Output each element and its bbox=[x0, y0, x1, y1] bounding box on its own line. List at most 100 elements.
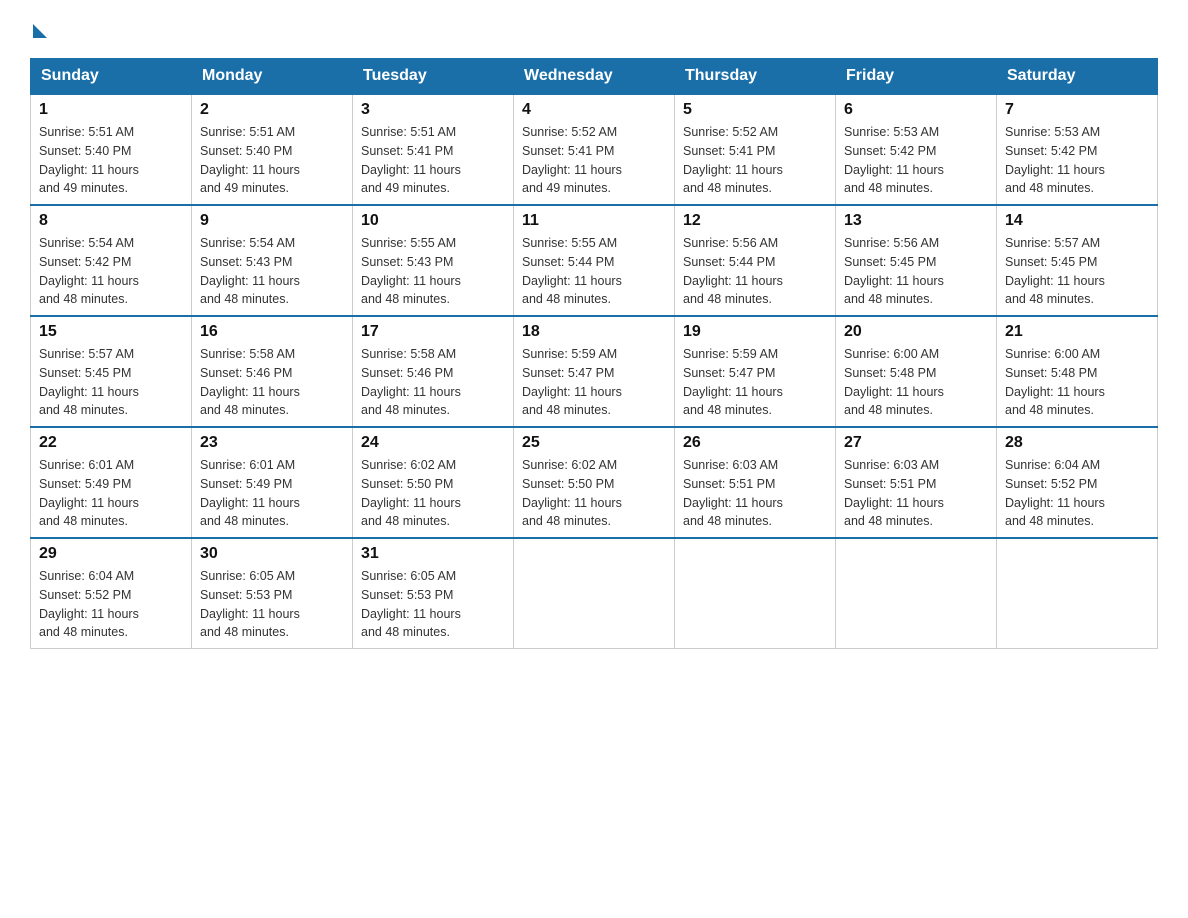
day-number: 25 bbox=[522, 434, 666, 452]
day-info: Sunrise: 5:53 AMSunset: 5:42 PMDaylight:… bbox=[1005, 123, 1149, 198]
calendar-cell: 20 Sunrise: 6:00 AMSunset: 5:48 PMDayligh… bbox=[836, 316, 997, 427]
day-number: 17 bbox=[361, 323, 505, 341]
day-number: 30 bbox=[200, 545, 344, 563]
calendar-cell: 6 Sunrise: 5:53 AMSunset: 5:42 PMDaylight… bbox=[836, 94, 997, 205]
week-row-4: 22Sunrise: 6:01 AMSunset: 5:49 PMDayligh… bbox=[31, 427, 1158, 538]
day-info: Sunrise: 5:54 AMSunset: 5:43 PMDaylight:… bbox=[200, 234, 344, 309]
day-info: Sunrise: 5:58 AMSunset: 5:46 PMDaylight:… bbox=[200, 345, 344, 420]
day-number: 10 bbox=[361, 212, 505, 230]
calendar-cell: 30 Sunrise: 6:05 AMSunset: 5:53 PMDayligh… bbox=[192, 538, 353, 649]
calendar-cell: 15 Sunrise: 5:57 AMSunset: 5:45 PMDayligh… bbox=[31, 316, 192, 427]
day-info: Sunrise: 5:57 AMSunset: 5:45 PMDaylight:… bbox=[1005, 234, 1149, 309]
calendar-cell: 25 Sunrise: 6:02 AMSunset: 5:50 PMDayligh… bbox=[514, 427, 675, 538]
day-number: 1 bbox=[39, 101, 183, 119]
day-info: Sunrise: 5:51 AMSunset: 5:41 PMDaylight:… bbox=[361, 123, 505, 198]
day-number: 18 bbox=[522, 323, 666, 341]
day-number: 29 bbox=[39, 545, 183, 563]
column-header-wednesday: Wednesday bbox=[514, 59, 675, 95]
day-number: 4 bbox=[522, 101, 666, 119]
day-number: 20 bbox=[844, 323, 988, 341]
calendar-cell: 1 Sunrise: 5:51 AMSunset: 5:40 PMDaylight… bbox=[31, 94, 192, 205]
calendar-cell: 31 Sunrise: 6:05 AMSunset: 5:53 PMDayligh… bbox=[353, 538, 514, 649]
calendar-cell: 26 Sunrise: 6:03 AMSunset: 5:51 PMDayligh… bbox=[675, 427, 836, 538]
logo-arrow-icon bbox=[33, 24, 47, 38]
calendar-cell: 29 Sunrise: 6:04 AMSunset: 5:52 PMDayligh… bbox=[31, 538, 192, 649]
day-number: 14 bbox=[1005, 212, 1149, 230]
day-number: 12 bbox=[683, 212, 827, 230]
calendar-cell: 24 Sunrise: 6:02 AMSunset: 5:50 PMDayligh… bbox=[353, 427, 514, 538]
day-number: 28 bbox=[1005, 434, 1149, 452]
calendar-cell: 18 Sunrise: 5:59 AMSunset: 5:47 PMDayligh… bbox=[514, 316, 675, 427]
week-row-5: 29 Sunrise: 6:04 AMSunset: 5:52 PMDayligh… bbox=[31, 538, 1158, 649]
day-info: Sunrise: 6:02 AMSunset: 5:50 PMDaylight:… bbox=[361, 456, 505, 531]
day-number: 5 bbox=[683, 101, 827, 119]
day-number: 15 bbox=[39, 323, 183, 341]
day-info: Sunrise: 6:03 AMSunset: 5:51 PMDaylight:… bbox=[844, 456, 988, 531]
day-info: Sunrise: 5:53 AMSunset: 5:42 PMDaylight:… bbox=[844, 123, 988, 198]
page-header bbox=[30, 20, 1158, 38]
day-info: Sunrise: 5:51 AMSunset: 5:40 PMDaylight:… bbox=[39, 123, 183, 198]
calendar-cell: 3 Sunrise: 5:51 AMSunset: 5:41 PMDaylight… bbox=[353, 94, 514, 205]
day-number: 9 bbox=[200, 212, 344, 230]
column-header-monday: Monday bbox=[192, 59, 353, 95]
calendar-table: SundayMondayTuesdayWednesdayThursdayFrid… bbox=[30, 58, 1158, 649]
day-info: Sunrise: 6:04 AMSunset: 5:52 PMDaylight:… bbox=[1005, 456, 1149, 531]
day-number: 31 bbox=[361, 545, 505, 563]
calendar-cell: 5 Sunrise: 5:52 AMSunset: 5:41 PMDaylight… bbox=[675, 94, 836, 205]
day-info: Sunrise: 6:00 AMSunset: 5:48 PMDaylight:… bbox=[1005, 345, 1149, 420]
day-info: Sunrise: 5:58 AMSunset: 5:46 PMDaylight:… bbox=[361, 345, 505, 420]
calendar-cell bbox=[836, 538, 997, 649]
calendar-cell: 16Sunrise: 5:58 AMSunset: 5:46 PMDayligh… bbox=[192, 316, 353, 427]
calendar-cell: 28 Sunrise: 6:04 AMSunset: 5:52 PMDayligh… bbox=[997, 427, 1158, 538]
week-row-2: 8Sunrise: 5:54 AMSunset: 5:42 PMDaylight… bbox=[31, 205, 1158, 316]
day-info: Sunrise: 6:00 AMSunset: 5:48 PMDaylight:… bbox=[844, 345, 988, 420]
calendar-cell: 10Sunrise: 5:55 AMSunset: 5:43 PMDayligh… bbox=[353, 205, 514, 316]
day-info: Sunrise: 5:59 AMSunset: 5:47 PMDaylight:… bbox=[683, 345, 827, 420]
day-number: 13 bbox=[844, 212, 988, 230]
day-number: 11 bbox=[522, 212, 666, 230]
day-info: Sunrise: 6:03 AMSunset: 5:51 PMDaylight:… bbox=[683, 456, 827, 531]
calendar-cell: 9 Sunrise: 5:54 AMSunset: 5:43 PMDaylight… bbox=[192, 205, 353, 316]
calendar-cell bbox=[675, 538, 836, 649]
calendar-cell: 13 Sunrise: 5:56 AMSunset: 5:45 PMDayligh… bbox=[836, 205, 997, 316]
day-number: 19 bbox=[683, 323, 827, 341]
day-info: Sunrise: 5:57 AMSunset: 5:45 PMDaylight:… bbox=[39, 345, 183, 420]
calendar-cell: 7 Sunrise: 5:53 AMSunset: 5:42 PMDaylight… bbox=[997, 94, 1158, 205]
day-number: 26 bbox=[683, 434, 827, 452]
day-info: Sunrise: 5:52 AMSunset: 5:41 PMDaylight:… bbox=[522, 123, 666, 198]
logo bbox=[30, 20, 47, 38]
calendar-cell: 11Sunrise: 5:55 AMSunset: 5:44 PMDayligh… bbox=[514, 205, 675, 316]
day-info: Sunrise: 5:51 AMSunset: 5:40 PMDaylight:… bbox=[200, 123, 344, 198]
column-header-tuesday: Tuesday bbox=[353, 59, 514, 95]
column-header-sunday: Sunday bbox=[31, 59, 192, 95]
day-number: 2 bbox=[200, 101, 344, 119]
day-info: Sunrise: 5:56 AMSunset: 5:44 PMDaylight:… bbox=[683, 234, 827, 309]
calendar-cell bbox=[514, 538, 675, 649]
calendar-cell: 27Sunrise: 6:03 AMSunset: 5:51 PMDayligh… bbox=[836, 427, 997, 538]
day-info: Sunrise: 5:52 AMSunset: 5:41 PMDaylight:… bbox=[683, 123, 827, 198]
day-info: Sunrise: 6:01 AMSunset: 5:49 PMDaylight:… bbox=[39, 456, 183, 531]
calendar-cell: 22Sunrise: 6:01 AMSunset: 5:49 PMDayligh… bbox=[31, 427, 192, 538]
day-info: Sunrise: 6:05 AMSunset: 5:53 PMDaylight:… bbox=[200, 567, 344, 642]
column-header-saturday: Saturday bbox=[997, 59, 1158, 95]
day-info: Sunrise: 6:02 AMSunset: 5:50 PMDaylight:… bbox=[522, 456, 666, 531]
day-number: 6 bbox=[844, 101, 988, 119]
day-number: 24 bbox=[361, 434, 505, 452]
calendar-cell: 12 Sunrise: 5:56 AMSunset: 5:44 PMDayligh… bbox=[675, 205, 836, 316]
calendar-cell: 4 Sunrise: 5:52 AMSunset: 5:41 PMDaylight… bbox=[514, 94, 675, 205]
day-number: 23 bbox=[200, 434, 344, 452]
week-row-1: 1 Sunrise: 5:51 AMSunset: 5:40 PMDaylight… bbox=[31, 94, 1158, 205]
day-number: 3 bbox=[361, 101, 505, 119]
calendar-cell: 23Sunrise: 6:01 AMSunset: 5:49 PMDayligh… bbox=[192, 427, 353, 538]
column-header-thursday: Thursday bbox=[675, 59, 836, 95]
calendar-cell: 17 Sunrise: 5:58 AMSunset: 5:46 PMDayligh… bbox=[353, 316, 514, 427]
day-info: Sunrise: 5:56 AMSunset: 5:45 PMDaylight:… bbox=[844, 234, 988, 309]
day-info: Sunrise: 5:59 AMSunset: 5:47 PMDaylight:… bbox=[522, 345, 666, 420]
day-info: Sunrise: 6:04 AMSunset: 5:52 PMDaylight:… bbox=[39, 567, 183, 642]
calendar-cell: 19 Sunrise: 5:59 AMSunset: 5:47 PMDayligh… bbox=[675, 316, 836, 427]
day-number: 21 bbox=[1005, 323, 1149, 341]
week-row-3: 15 Sunrise: 5:57 AMSunset: 5:45 PMDayligh… bbox=[31, 316, 1158, 427]
day-number: 7 bbox=[1005, 101, 1149, 119]
day-info: Sunrise: 6:05 AMSunset: 5:53 PMDaylight:… bbox=[361, 567, 505, 642]
calendar-cell: 2 Sunrise: 5:51 AMSunset: 5:40 PMDaylight… bbox=[192, 94, 353, 205]
